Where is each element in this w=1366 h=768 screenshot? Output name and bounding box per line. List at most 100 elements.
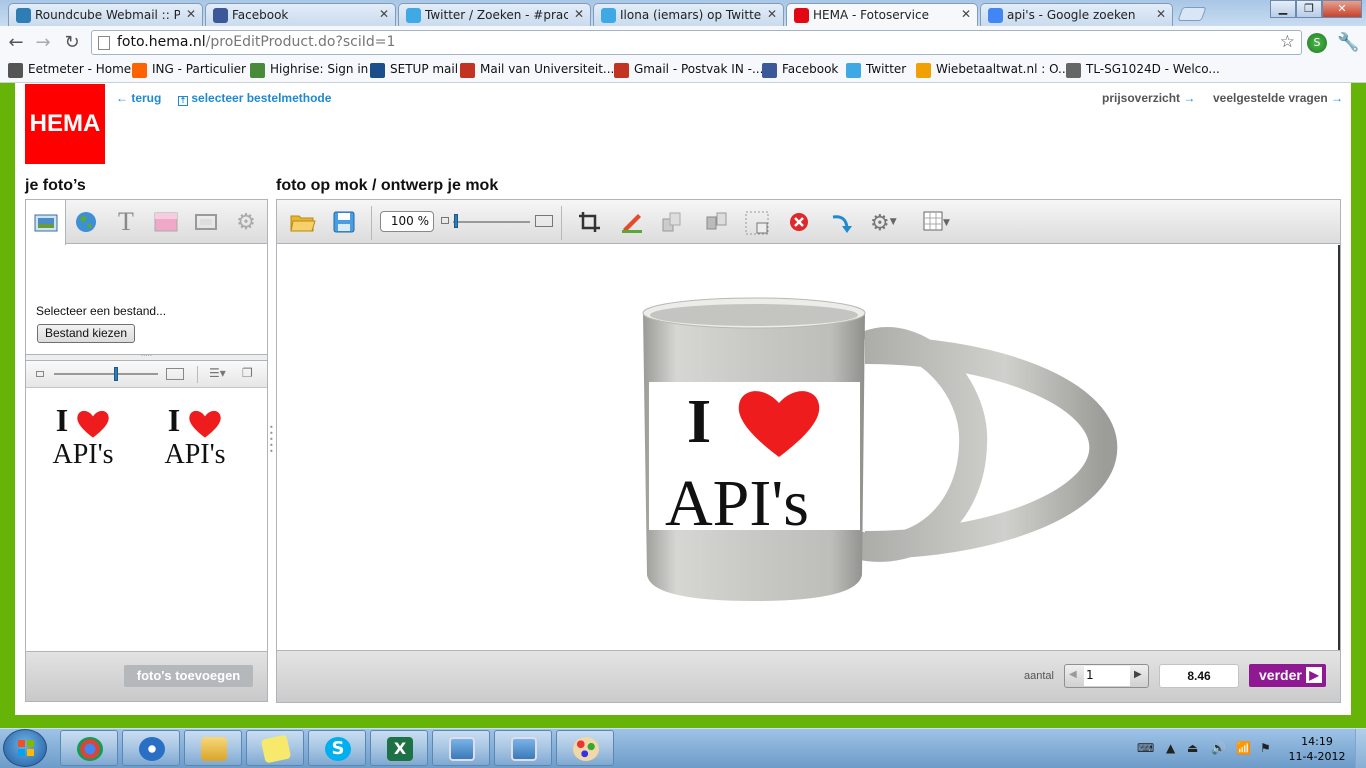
faq-link[interactable]: veelgestelde vragen → bbox=[1213, 91, 1343, 105]
page-icon bbox=[98, 36, 110, 50]
back-icon[interactable]: ← bbox=[5, 32, 27, 54]
extension-icon[interactable]: S bbox=[1307, 33, 1327, 53]
zoom-out-icon[interactable] bbox=[441, 217, 449, 224]
taskbar-photo-viewer-2[interactable] bbox=[494, 730, 552, 766]
back-link[interactable]: ← terug bbox=[116, 91, 161, 105]
delete-icon[interactable] bbox=[788, 211, 812, 233]
bookmark-item[interactable]: Gmail - Postvak IN -... bbox=[614, 62, 763, 78]
bookmark-item[interactable]: ING - Particulier bbox=[132, 62, 246, 78]
increment-icon[interactable]: ▶ bbox=[1134, 669, 1142, 680]
bookmark-item[interactable]: Twitter bbox=[846, 62, 906, 78]
restore-button[interactable]: ❐ bbox=[1296, 0, 1322, 18]
close-tab-icon[interactable]: ✕ bbox=[767, 7, 777, 21]
taskbar-excel[interactable]: X bbox=[370, 730, 428, 766]
usb-icon[interactable]: ⏏ bbox=[1187, 741, 1198, 755]
background-icon bbox=[154, 212, 178, 232]
show-desktop-button[interactable] bbox=[1355, 729, 1366, 768]
select-method-link[interactable]: ⇡ selecteer bestelmethode bbox=[178, 91, 331, 106]
bookmark-item[interactable]: Mail van Universiteit... bbox=[460, 62, 614, 78]
start-button[interactable] bbox=[3, 729, 47, 767]
bookmark-star-icon[interactable]: ☆ bbox=[1280, 32, 1295, 52]
open-folder-icon[interactable] bbox=[290, 211, 316, 233]
splitter-grip[interactable]: • • • • • bbox=[269, 424, 274, 456]
add-photos-button[interactable]: foto's toevoegen bbox=[124, 665, 253, 687]
taskbar-chrome[interactable] bbox=[60, 730, 118, 766]
tab-backgrounds[interactable] bbox=[146, 200, 186, 244]
tab-settings[interactable]: ⚙ bbox=[226, 200, 266, 244]
photo-thumbnail[interactable]: I API's bbox=[38, 403, 128, 483]
bookmark-favicon-icon bbox=[916, 63, 931, 78]
close-tab-icon[interactable]: ✕ bbox=[1156, 7, 1166, 21]
browser-tab[interactable]: api's - Google zoeken ✕ bbox=[980, 3, 1173, 26]
browser-tab[interactable]: Twitter / Zoeken - #pracnm ✕ bbox=[398, 3, 591, 26]
taskbar-explorer[interactable] bbox=[184, 730, 242, 766]
crop-icon[interactable] bbox=[578, 211, 602, 233]
wrench-icon[interactable]: 🔧 bbox=[1337, 32, 1359, 54]
taskbar-skype[interactable]: S bbox=[308, 730, 366, 766]
panel-resize-handle[interactable]: ····· bbox=[26, 353, 267, 361]
browser-tab[interactable]: Facebook ✕ bbox=[205, 3, 396, 26]
close-tab-icon[interactable]: ✕ bbox=[961, 7, 971, 21]
resize-icon[interactable] bbox=[745, 211, 769, 235]
close-window-button[interactable]: ✕ bbox=[1322, 0, 1362, 18]
browser-tab[interactable]: Roundcube Webmail :: Post ✕ bbox=[8, 3, 203, 26]
bookmark-item[interactable]: Facebook bbox=[762, 62, 838, 78]
mug-preview: I API's bbox=[642, 297, 1118, 601]
reload-icon[interactable]: ↻ bbox=[61, 32, 83, 54]
slider-handle[interactable] bbox=[114, 367, 118, 381]
taskbar-itunes[interactable] bbox=[122, 730, 180, 766]
close-tab-icon[interactable]: ✕ bbox=[379, 7, 389, 21]
action-center-flag-icon[interactable]: ⚑ bbox=[1260, 741, 1271, 755]
window-icon[interactable]: ❐ bbox=[242, 366, 253, 380]
redo-arrow-icon[interactable] bbox=[830, 211, 854, 233]
zoom-slider-handle[interactable] bbox=[454, 214, 458, 228]
bookmark-favicon-icon bbox=[132, 63, 147, 78]
decrement-icon[interactable]: ◀ bbox=[1069, 669, 1077, 680]
bookmark-item[interactable]: Highrise: Sign in bbox=[250, 62, 368, 78]
browser-tab[interactable]: Ilona (iemars) op Twitter ✕ bbox=[593, 3, 784, 26]
color-edit-icon[interactable] bbox=[620, 211, 644, 233]
tab-frames[interactable] bbox=[186, 200, 226, 244]
close-tab-icon[interactable]: ✕ bbox=[574, 7, 584, 21]
bookmark-item[interactable]: SETUP mail bbox=[370, 62, 458, 78]
show-hidden-icons[interactable]: ▲ bbox=[1166, 741, 1175, 755]
bookmark-item[interactable]: Eetmeter - Home bbox=[8, 62, 131, 78]
photo-thumbnail[interactable]: I API's bbox=[150, 403, 240, 483]
zoom-slider[interactable] bbox=[453, 221, 530, 223]
system-clock[interactable]: 14:19 11-4-2012 bbox=[1282, 734, 1352, 764]
zoom-input[interactable]: 100 % bbox=[380, 211, 434, 232]
close-tab-icon[interactable]: ✕ bbox=[186, 7, 196, 21]
address-bar[interactable]: foto.hema.nl/proEditProduct.do?sciId=1 ☆ bbox=[91, 30, 1302, 55]
tab-globe[interactable] bbox=[66, 200, 106, 244]
thumbnail-size-slider[interactable] bbox=[54, 373, 158, 375]
taskbar-notes[interactable] bbox=[246, 730, 304, 766]
tab-text[interactable]: T bbox=[106, 200, 146, 244]
flip-icon[interactable] bbox=[704, 211, 728, 233]
hema-logo[interactable]: HEMA bbox=[25, 84, 105, 164]
sort-icon[interactable]: ☰▾ bbox=[209, 366, 226, 380]
next-button[interactable]: verder ▶ bbox=[1249, 664, 1326, 687]
taskbar-paint[interactable] bbox=[556, 730, 614, 766]
choose-file-button[interactable]: Bestand kiezen bbox=[37, 324, 135, 343]
bookmark-item[interactable]: Wiebetaaltwat.nl : O... bbox=[916, 62, 1069, 78]
price-overview-link[interactable]: prijsoverzicht → bbox=[1102, 91, 1195, 105]
tab-photos[interactable] bbox=[26, 200, 66, 245]
favicon-icon bbox=[406, 8, 421, 23]
grid-dropdown[interactable]: ▼ bbox=[923, 211, 963, 233]
bookmark-item[interactable]: TL-SG1024D - Welco... bbox=[1066, 62, 1220, 78]
design-canvas[interactable]: I API's bbox=[277, 245, 1340, 650]
zoom-in-icon[interactable] bbox=[535, 215, 553, 227]
network-signal-icon[interactable]: 📶 bbox=[1236, 741, 1251, 755]
quantity-input[interactable]: 1 bbox=[1084, 666, 1130, 686]
rotate-icon[interactable] bbox=[660, 211, 684, 233]
browser-tab[interactable]: HEMA - Fotoservice ✕ bbox=[786, 3, 978, 27]
paint-icon bbox=[573, 737, 599, 761]
volume-icon[interactable]: 🔊 bbox=[1211, 741, 1226, 755]
save-icon[interactable] bbox=[333, 211, 357, 233]
minimize-button[interactable]: ▁ bbox=[1270, 0, 1296, 18]
keyboard-icon[interactable]: ⌨ bbox=[1137, 741, 1154, 755]
settings-dropdown[interactable]: ⚙▼ bbox=[870, 211, 910, 236]
forward-icon[interactable]: → bbox=[32, 32, 54, 54]
taskbar-photo-viewer[interactable] bbox=[432, 730, 490, 766]
favicon-icon bbox=[213, 8, 228, 23]
